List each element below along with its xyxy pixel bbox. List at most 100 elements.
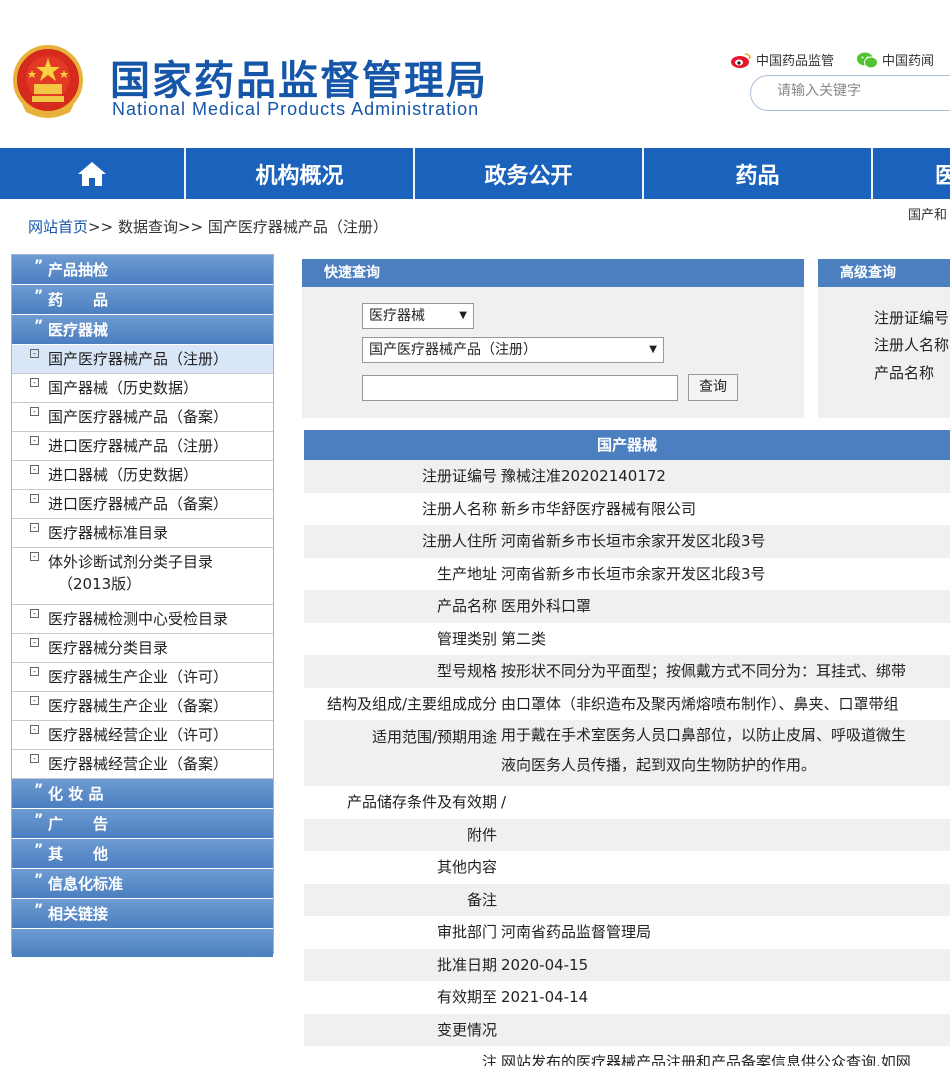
sidebar-item-manufacturer-filing[interactable]: - 医疗器械生产企业（备案）: [12, 692, 273, 721]
category-select[interactable]: 医疗器械 ▼: [362, 303, 474, 329]
weibo-link[interactable]: 中国药品监管: [730, 50, 834, 69]
sidebar-item-label: 国产医疗器械产品（注册）: [48, 350, 229, 368]
detail-rows: 注册证编号 豫械注准20202140172 注册人名称 新乡市华舒医疗器械有限公司 …: [304, 460, 950, 1079]
sidebar-item-distributor-license[interactable]: - 医疗器械经营企业（许可）: [12, 721, 273, 750]
advanced-query-header[interactable]: 高级查询: [818, 259, 950, 287]
quote-mark-icon: ”: [34, 902, 44, 918]
sidebar-head-label: 其 他: [48, 845, 109, 863]
breadcrumb-home[interactable]: 网站首页: [28, 218, 88, 236]
row-value: 新乡市华舒医疗器械有限公司: [501, 499, 697, 518]
row-value: 豫械注准20202140172: [501, 467, 666, 485]
national-emblem-icon: [13, 45, 83, 118]
sidebar: ” 产品抽检 ” 药 品 ” 医疗器械 - 国产医疗器械产品（注册） - 国产器械（历史数…: [11, 254, 274, 957]
expand-box-icon: -: [30, 552, 39, 561]
row-value-line1: 用于戴在手术室医务人员口鼻部位，以防止皮屑、呼吸道微生: [501, 726, 907, 744]
adv-label-registrant-name: 注册人名称: [874, 336, 950, 354]
home-icon: [78, 161, 106, 186]
nav-drugs[interactable]: 药品: [644, 148, 873, 199]
row-key: 管理类别: [436, 629, 497, 648]
table-row: 变更情况: [304, 1013, 950, 1047]
site-title-en[interactable]: National Medical Products Administration: [112, 99, 479, 120]
quote-mark-icon: ”: [34, 318, 44, 334]
quote-mark-icon: ”: [34, 782, 44, 798]
sidebar-item-imported-device-filing[interactable]: - 进口医疗器械产品（备案）: [12, 490, 273, 519]
table-row: 注册证编号 豫械注准20202140172: [304, 460, 950, 493]
sidebar-item-classification-catalog[interactable]: - 医疗器械分类目录: [12, 634, 273, 663]
sidebar-item-testing-center-catalog[interactable]: - 医疗器械检测中心受检目录: [12, 605, 273, 634]
expand-box-icon: -: [30, 725, 39, 734]
row-key: 型号规格: [436, 662, 497, 680]
table-row: 型号规格 按形状不同分为平面型；按佩戴方式不同分为：耳挂式、绑带: [304, 655, 950, 688]
row-key: 变更情况: [436, 1020, 497, 1039]
sidebar-item-label: 医疗器械标准目录: [48, 524, 169, 542]
dropdown-arrow-icon: ▼: [459, 310, 467, 321]
sidebar-head-related-links[interactable]: ” 相关链接: [12, 899, 273, 929]
row-value: /: [501, 793, 507, 811]
expand-box-icon: -: [30, 754, 39, 763]
category-select-value: 医疗器械: [369, 308, 425, 324]
sidebar-item-distributor-filing[interactable]: - 医疗器械经营企业（备案）: [12, 750, 273, 779]
main-nav: 机构概况 政务公开 药品 医: [0, 148, 950, 199]
table-row: 管理类别 第二类: [304, 622, 950, 655]
adv-label-product-name: 产品名称: [874, 364, 935, 382]
advanced-query-panel: 注册证编号 注册人名称 产品名称: [818, 287, 950, 418]
wechat-link[interactable]: 中国药闻: [856, 50, 934, 69]
row-value: [499, 819, 950, 852]
sidebar-item-label: 国产医疗器械产品（备案）: [48, 408, 229, 426]
row-key: 备注: [466, 890, 497, 909]
sidebar-item-ivd-catalog[interactable]: - 体外诊断试剂分类子目录 （2013版）: [12, 548, 273, 605]
query-button[interactable]: 查询: [688, 374, 738, 401]
sidebar-head-medical-devices[interactable]: ” 医疗器械: [12, 315, 273, 345]
sidebar-head-drugs[interactable]: ” 药 品: [12, 285, 273, 315]
detail-table-title: 国产器械: [304, 430, 950, 460]
breadcrumb-data-query[interactable]: 数据查询: [118, 218, 178, 236]
row-key: 附件: [466, 825, 497, 844]
row-value: 河南省新乡市长垣市余家开发区北段3号: [501, 564, 766, 583]
expand-box-icon: -: [30, 667, 39, 676]
sidebar-item-domestic-device-filing[interactable]: - 国产医疗器械产品（备案）: [12, 403, 273, 432]
sidebar-head-cosmetics[interactable]: ” 化 妆 品: [12, 779, 273, 809]
sidebar-item-imported-history[interactable]: - 进口器械（历史数据）: [12, 461, 273, 490]
site-title-cn[interactable]: 国家药品监督管理局: [110, 48, 488, 106]
table-row: 审批部门 河南省药品监督管理局: [304, 916, 950, 949]
row-key: 其他内容: [436, 858, 497, 876]
sidebar-head-label: 相关链接: [48, 905, 109, 923]
table-row: 注册人住所 河南省新乡市长垣市余家开发区北段3号: [304, 525, 950, 558]
row-key: 产品名称: [436, 597, 497, 615]
quick-query-panel: 医疗器械 ▼ 国产医疗器械产品（注册） ▼ 查询: [302, 287, 804, 418]
sidebar-head-it-standards[interactable]: ” 信息化标准: [12, 869, 273, 899]
nav-medical-devices[interactable]: 医: [873, 148, 950, 199]
row-value: 第二类: [501, 629, 547, 648]
nav-government-affairs[interactable]: 政务公开: [415, 148, 644, 199]
row-value: [499, 1014, 950, 1047]
search-input[interactable]: [777, 83, 950, 99]
table-row: 其他内容: [304, 851, 950, 884]
sidebar-head-product-sampling[interactable]: ” 产品抽检: [12, 255, 273, 285]
nav-home[interactable]: [0, 148, 186, 199]
sidebar-item-manufacturer-license[interactable]: - 医疗器械生产企业（许可）: [12, 663, 273, 692]
breadcrumb-current: 国产医疗器械产品（注册）: [207, 218, 388, 236]
subcategory-select[interactable]: 国产医疗器械产品（注册） ▼: [362, 337, 664, 363]
row-key: 注册人住所: [421, 532, 497, 550]
site-search-box[interactable]: [750, 75, 950, 111]
sidebar-head-advertising[interactable]: ” 广 告: [12, 809, 273, 839]
sidebar-footer-bar: [12, 929, 273, 957]
dropdown-arrow-icon: ▼: [649, 344, 657, 355]
table-row: 注册人名称 新乡市华舒医疗器械有限公司: [304, 492, 950, 525]
expand-box-icon: -: [30, 407, 39, 416]
sidebar-item-device-standards[interactable]: - 医疗器械标准目录: [12, 519, 273, 548]
row-value: 医用外科口罩: [501, 597, 592, 615]
nav-institution[interactable]: 机构概况: [186, 148, 415, 199]
sidebar-item-imported-device-registration[interactable]: - 进口医疗器械产品（注册）: [12, 432, 273, 461]
sidebar-item-domestic-history[interactable]: - 国产器械（历史数据）: [12, 374, 273, 403]
expand-box-icon: -: [30, 378, 39, 387]
sidebar-item-label-line2: （2013版）: [58, 575, 142, 593]
sidebar-item-domestic-device-registration[interactable]: - 国产医疗器械产品（注册）: [12, 345, 273, 374]
query-input[interactable]: [362, 375, 678, 401]
sidebar-item-label: 医疗器械生产企业（备案）: [48, 697, 229, 715]
sidebar-head-other[interactable]: ” 其 他: [12, 839, 273, 869]
breadcrumb-separator: >>: [88, 218, 114, 236]
sidebar-item-label: 医疗器械生产企业（许可）: [48, 668, 229, 686]
table-row: 结构及组成/主要组成成分 由口罩体（非织造布及聚丙烯熔喷布制作）、鼻夹、口罩带组: [304, 687, 950, 720]
sidebar-item-label: 国产器械（历史数据）: [48, 379, 199, 397]
